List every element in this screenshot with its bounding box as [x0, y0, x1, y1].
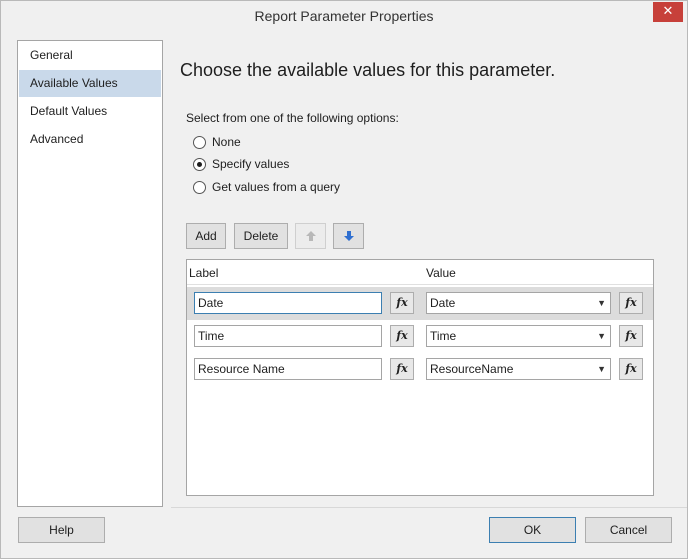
value-dropdown-text: Date — [430, 296, 456, 310]
page-title: Choose the available values for this par… — [180, 60, 556, 80]
expression-button[interactable]: fx — [619, 358, 643, 380]
up-arrow-icon — [305, 231, 316, 241]
radio-specify-values[interactable]: Specify values — [193, 156, 289, 172]
content-panel: Choose the available values for this par… — [171, 41, 686, 507]
window-title: Report Parameter Properties — [254, 8, 434, 24]
radio-get-values-from-query[interactable]: Get values from a query — [193, 179, 340, 195]
column-header-label: Label — [189, 266, 219, 280]
expression-button[interactable]: fx — [390, 292, 414, 314]
close-button[interactable]: ✕ — [653, 2, 683, 22]
radio-button[interactable] — [193, 180, 206, 194]
value-dropdown[interactable]: Time ▼ — [426, 325, 611, 347]
table-row[interactable]: Time fx Time ▼ fx — [187, 320, 653, 353]
help-button[interactable]: Help — [18, 517, 105, 543]
grid-header: Label Value — [187, 260, 653, 285]
options-label: Select from one of the following options… — [186, 111, 399, 125]
sidebar-item-default-values[interactable]: Default Values — [19, 98, 161, 125]
sidebar-item-general[interactable]: General — [19, 42, 161, 69]
sidebar-item-available-values[interactable]: Available Values — [19, 70, 161, 97]
radio-none[interactable]: None — [193, 134, 241, 150]
sidebar-item-advanced[interactable]: Advanced — [19, 126, 161, 153]
sidebar: General Available Values Default Values … — [17, 40, 163, 507]
add-button[interactable]: Add — [186, 223, 226, 249]
column-header-value: Value — [426, 266, 456, 280]
chevron-down-icon: ▼ — [597, 364, 606, 374]
dialog-window: Report Parameter Properties ✕ General Av… — [0, 0, 688, 559]
radio-label: Specify values — [212, 157, 290, 171]
value-dropdown[interactable]: Date ▼ — [426, 292, 611, 314]
delete-button[interactable]: Delete — [234, 223, 288, 249]
cancel-button[interactable]: Cancel — [585, 517, 672, 543]
down-arrow-icon — [343, 231, 354, 241]
value-dropdown-text: ResourceName — [430, 362, 514, 376]
radio-label: None — [212, 135, 241, 149]
value-dropdown[interactable]: ResourceName ▼ — [426, 358, 611, 380]
table-row[interactable]: Resource Name fx ResourceName ▼ fx — [187, 353, 653, 386]
move-down-button[interactable] — [333, 223, 364, 249]
expression-button[interactable]: fx — [619, 292, 643, 314]
label-input[interactable]: Date — [194, 292, 382, 314]
values-grid: Label Value Date fx Date ▼ fx Time fx Ti… — [186, 259, 654, 496]
value-dropdown-text: Time — [430, 329, 457, 343]
label-input[interactable]: Time — [194, 325, 382, 347]
footer-divider — [171, 507, 687, 508]
expression-button[interactable]: fx — [619, 325, 643, 347]
table-row[interactable]: Date fx Date ▼ fx — [187, 287, 653, 320]
label-input[interactable]: Resource Name — [194, 358, 382, 380]
expression-button[interactable]: fx — [390, 358, 414, 380]
title-bar: Report Parameter Properties ✕ — [1, 1, 687, 32]
radio-label: Get values from a query — [212, 180, 341, 194]
radio-button[interactable] — [193, 135, 206, 149]
expression-button[interactable]: fx — [390, 325, 414, 347]
move-up-button[interactable] — [295, 223, 326, 249]
ok-button[interactable]: OK — [489, 517, 576, 543]
chevron-down-icon: ▼ — [597, 331, 606, 341]
radio-button[interactable] — [193, 157, 206, 171]
chevron-down-icon: ▼ — [597, 298, 606, 308]
